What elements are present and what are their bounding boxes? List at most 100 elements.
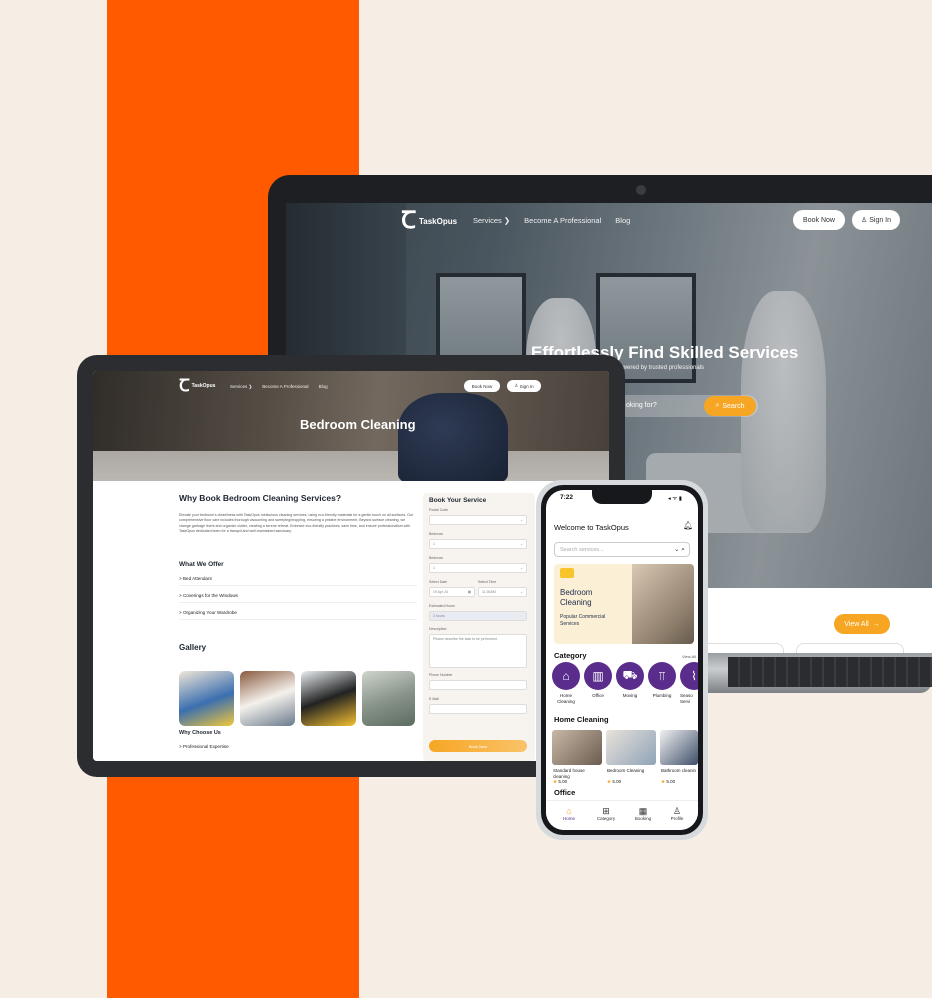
- view-all-button[interactable]: View All →: [834, 614, 890, 634]
- webcam-icon: [636, 185, 646, 195]
- chevron-down-icon: ⌄: [520, 590, 523, 594]
- bell-icon[interactable]: 🔔︎: [683, 521, 693, 530]
- why-book-text: Elevate your bedroom's cleanliness with …: [179, 513, 414, 534]
- phone-notch: [592, 490, 652, 504]
- arrow-right-icon: →: [872, 620, 880, 628]
- service-rating: ★ 5.00: [607, 779, 621, 785]
- hours-field[interactable]: 3 hours: [429, 611, 527, 621]
- gallery-image[interactable]: [240, 671, 295, 726]
- chevron-down-icon: ⌄: [520, 518, 523, 522]
- tab-booking[interactable]: ▦ Booking: [628, 806, 658, 821]
- rating-value: 5.00: [558, 779, 568, 784]
- logo-text: TaskOpus: [191, 382, 216, 389]
- service-image[interactable]: [552, 730, 602, 765]
- time-select[interactable]: 11:30AM ⌄: [478, 587, 527, 597]
- promo-subtitle-line2: Services: [560, 620, 580, 627]
- tab-profile[interactable]: ♙ Profile: [662, 806, 692, 821]
- star-icon: ★: [553, 779, 558, 784]
- truck-icon: ⛟: [622, 668, 638, 682]
- nav-blog[interactable]: Blog: [319, 384, 328, 390]
- laptop-keyboard: [728, 657, 932, 687]
- sign-in-label: Sign In: [869, 216, 892, 224]
- category-office[interactable]: ▥: [584, 662, 612, 690]
- star-icon: ★: [607, 779, 612, 784]
- tab-label: Booking: [634, 816, 652, 821]
- laptop-nav: Services ❯ Become A Professional Blog: [473, 216, 630, 225]
- logo-mark-icon: Ꞇ: [401, 207, 416, 234]
- bedroom-select[interactable]: 1 ⌄: [429, 539, 527, 549]
- phone-field[interactable]: [429, 680, 527, 690]
- service-rating: ★ 5.00: [553, 779, 567, 785]
- phone-screen: 7:22 ◂ ᯤ ▮ Welcome to TaskOpus 🔔︎ Search…: [546, 490, 698, 830]
- description-label: Description: [429, 627, 447, 631]
- hours-value: 3 hours: [433, 614, 445, 618]
- offer-item[interactable]: > Bed Attendant: [179, 576, 417, 586]
- logo-text: TaskOpus: [418, 216, 458, 226]
- category-label: Moving: [622, 693, 638, 698]
- sign-in-button[interactable]: ♙ Sign In: [852, 210, 900, 230]
- postal-code-label: Postal Code: [429, 508, 449, 512]
- service-image[interactable]: [660, 730, 698, 765]
- search-button[interactable]: ⌕ Search: [704, 396, 756, 416]
- nav-services[interactable]: Services ❯: [230, 384, 252, 390]
- book-now-submit-button[interactable]: Book Now: [429, 740, 527, 752]
- offer-item[interactable]: > Organizing Your Wardrobe: [179, 610, 417, 620]
- tab-category[interactable]: ⊞ Category: [591, 806, 621, 821]
- booking-form-title: Book Your Service: [429, 497, 487, 504]
- bedroom-value: 1: [433, 542, 435, 546]
- description-placeholder: Please describe the task to be performed: [433, 637, 497, 641]
- gallery-image[interactable]: [179, 671, 234, 726]
- email-field[interactable]: [429, 704, 527, 714]
- why-choose-heading: Why Choose Us: [179, 730, 221, 736]
- date-label: Select Date: [429, 580, 448, 584]
- bathroom-label: Bedroom: [429, 556, 444, 560]
- taskopus-logo[interactable]: Ꞇ TaskOpus: [179, 377, 215, 394]
- category-moving[interactable]: ⛟: [616, 662, 644, 690]
- bathroom-select[interactable]: 1 ⌄: [429, 563, 527, 573]
- hero-subtitle: powered by trusted professionals: [616, 365, 705, 371]
- gallery-image[interactable]: [362, 671, 415, 726]
- category-plumbing[interactable]: ⫪: [648, 662, 676, 690]
- star-icon: ★: [661, 779, 666, 784]
- welcome-title: Welcome to TaskOpus: [554, 523, 629, 532]
- book-now-button[interactable]: Book Now: [464, 380, 500, 392]
- email-label: E-Mail: [429, 697, 439, 701]
- sign-in-button[interactable]: ♙ Sign In: [507, 380, 541, 392]
- user-icon: ♙: [860, 217, 870, 224]
- nav-blog[interactable]: Blog: [615, 216, 630, 225]
- category-seasonal[interactable]: ⌇: [680, 662, 698, 690]
- tab-home[interactable]: ⌂ Home: [554, 806, 584, 821]
- chevron-down-icon: ⌄: [520, 542, 523, 546]
- category-label: Home Cleaning: [557, 693, 575, 704]
- book-now-label: Book Now: [803, 216, 835, 224]
- view-all-link[interactable]: View All: [682, 654, 696, 659]
- description-textarea[interactable]: Please describe the task to be performed: [429, 634, 527, 668]
- pipe-icon: ⫪: [658, 668, 666, 683]
- postal-code-field[interactable]: ⌄: [429, 515, 527, 525]
- view-all-label: View All: [844, 620, 869, 628]
- date-field[interactable]: 19 Apr 24 ▦: [429, 587, 475, 597]
- search-placeholder: Search services...: [560, 547, 604, 553]
- hours-label: Estimated Hours: [429, 604, 455, 608]
- promo-subtitle: Popular Commercial Services: [560, 614, 605, 627]
- page-title: Bedroom Cleaning: [300, 417, 416, 432]
- grid-icon: ⊞: [602, 806, 610, 816]
- book-now-button[interactable]: Book Now: [793, 210, 845, 230]
- nav-become-professional[interactable]: Become A Professional: [262, 384, 308, 390]
- why-choose-item[interactable]: > Professional Expertise: [179, 744, 417, 753]
- promo-title: Bedroom Cleaning: [560, 588, 592, 607]
- search-icon[interactable]: ⌄ ⌕: [674, 545, 685, 554]
- why-book-heading: Why Book Bedroom Cleaning Services?: [179, 493, 342, 503]
- service-image[interactable]: [606, 730, 656, 765]
- gallery-image[interactable]: [301, 671, 356, 726]
- promo-title-line2: Cleaning: [560, 597, 592, 607]
- nav-services[interactable]: Services ❯: [473, 216, 510, 225]
- service-name: Standard house cleaning: [553, 768, 585, 779]
- category-home-cleaning[interactable]: ⌂: [552, 662, 580, 690]
- submit-label: Book Now: [468, 743, 488, 749]
- sign-in-label: Sign In: [519, 383, 534, 389]
- nav-become-professional[interactable]: Become A Professional: [524, 216, 601, 225]
- tablet-nav: Services ❯ Become A Professional Blog: [230, 384, 328, 390]
- taskopus-logo[interactable]: Ꞇ TaskOpus: [401, 209, 457, 233]
- offer-item[interactable]: > Coverings for the Windows: [179, 593, 417, 603]
